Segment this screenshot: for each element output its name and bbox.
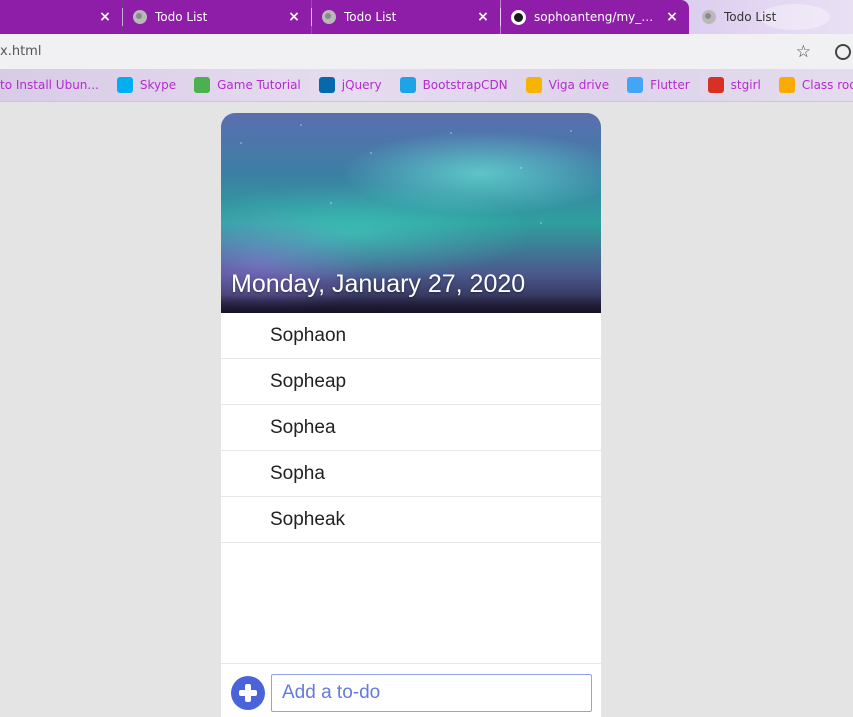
classroom-icon — [778, 77, 795, 93]
bookmark-item[interactable]: stgirl — [707, 77, 761, 93]
extension-icon[interactable] — [835, 44, 851, 60]
add-todo-bar — [221, 663, 601, 717]
tab-title: Todo List — [724, 10, 777, 24]
todo-item[interactable]: Sopheap — [221, 359, 601, 405]
bookmark-label: jQuery — [341, 78, 382, 92]
w3-icon — [194, 77, 211, 93]
bookmark-star-icon[interactable]: ☆ — [796, 42, 811, 62]
browser-tab-active[interactable]: Todo List — [692, 0, 842, 34]
skype-icon — [116, 77, 133, 93]
todo-app: Monday, January 27, 2020 Sophaon Sopheap… — [221, 113, 601, 717]
bookmark-label: Class room PNC — [801, 78, 853, 92]
browser-tab[interactable]: × — [0, 0, 122, 34]
tab-strip: × Todo List × Todo List × sophoanteng/my… — [0, 0, 853, 34]
todo-input[interactable] — [271, 674, 592, 712]
bookmark-label: Game Tutorial — [217, 78, 301, 92]
browser-tab[interactable]: Todo List × — [123, 0, 311, 34]
date-heading: Monday, January 27, 2020 — [231, 270, 526, 298]
bookmark-item[interactable]: Flutter — [627, 77, 690, 93]
bookmark-label: to Install Ubun... — [0, 78, 99, 92]
bookmark-label: BootstrapCDN — [422, 78, 508, 92]
todo-item[interactable]: Sopheak — [221, 497, 601, 543]
bookmark-label: Viga drive — [548, 78, 610, 92]
tab-title: Todo List — [155, 10, 208, 24]
bookmark-item[interactable]: to Install Ubun... — [0, 78, 99, 92]
globe-icon — [702, 10, 716, 24]
todo-item[interactable]: Sophea — [221, 405, 601, 451]
tab-title: Todo List — [344, 10, 397, 24]
bookmark-item[interactable]: Game Tutorial — [194, 77, 301, 93]
bookmark-item[interactable]: Viga drive — [525, 77, 610, 93]
bookmark-label: Skype — [139, 78, 177, 92]
globe-icon — [133, 10, 147, 24]
bookmark-item[interactable]: Skype — [116, 77, 177, 93]
address-bar[interactable]: x.html ☆ — [0, 34, 853, 69]
browser-tab[interactable]: sophoanteng/my_web_ × — [501, 0, 689, 34]
bookmark-item[interactable]: jQuery — [318, 77, 382, 93]
jquery-icon — [318, 77, 335, 93]
todo-list: Sophaon Sopheap Sophea Sopha Sopheak — [221, 313, 601, 543]
gmail-icon — [707, 77, 724, 93]
bookmark-item[interactable]: BootstrapCDN — [399, 77, 508, 93]
close-icon[interactable]: × — [665, 9, 679, 25]
bookmark-label: Flutter — [650, 78, 690, 92]
browser-tab[interactable]: Todo List × — [312, 0, 500, 34]
bookmarks-bar: to Install Ubun... Skype Game Tutorial jQue… — [0, 69, 853, 102]
close-icon[interactable]: × — [287, 9, 301, 25]
flutter-icon — [627, 77, 644, 93]
bootstrap-icon — [399, 77, 416, 93]
todo-item[interactable]: Sophaon — [221, 313, 601, 359]
add-todo-button[interactable] — [231, 676, 265, 710]
globe-icon — [322, 10, 336, 24]
todo-item[interactable]: Sopha — [221, 451, 601, 497]
tab-title: sophoanteng/my_web_ — [534, 10, 657, 24]
url-text[interactable]: x.html — [0, 44, 41, 59]
bookmark-item[interactable]: Class room PNC — [778, 77, 853, 93]
bookmark-label: stgirl — [730, 78, 761, 92]
close-icon[interactable]: × — [476, 9, 490, 25]
close-icon[interactable]: × — [98, 9, 112, 25]
header-image: Monday, January 27, 2020 — [221, 113, 601, 313]
github-icon — [511, 9, 526, 25]
drive-icon — [525, 77, 542, 93]
